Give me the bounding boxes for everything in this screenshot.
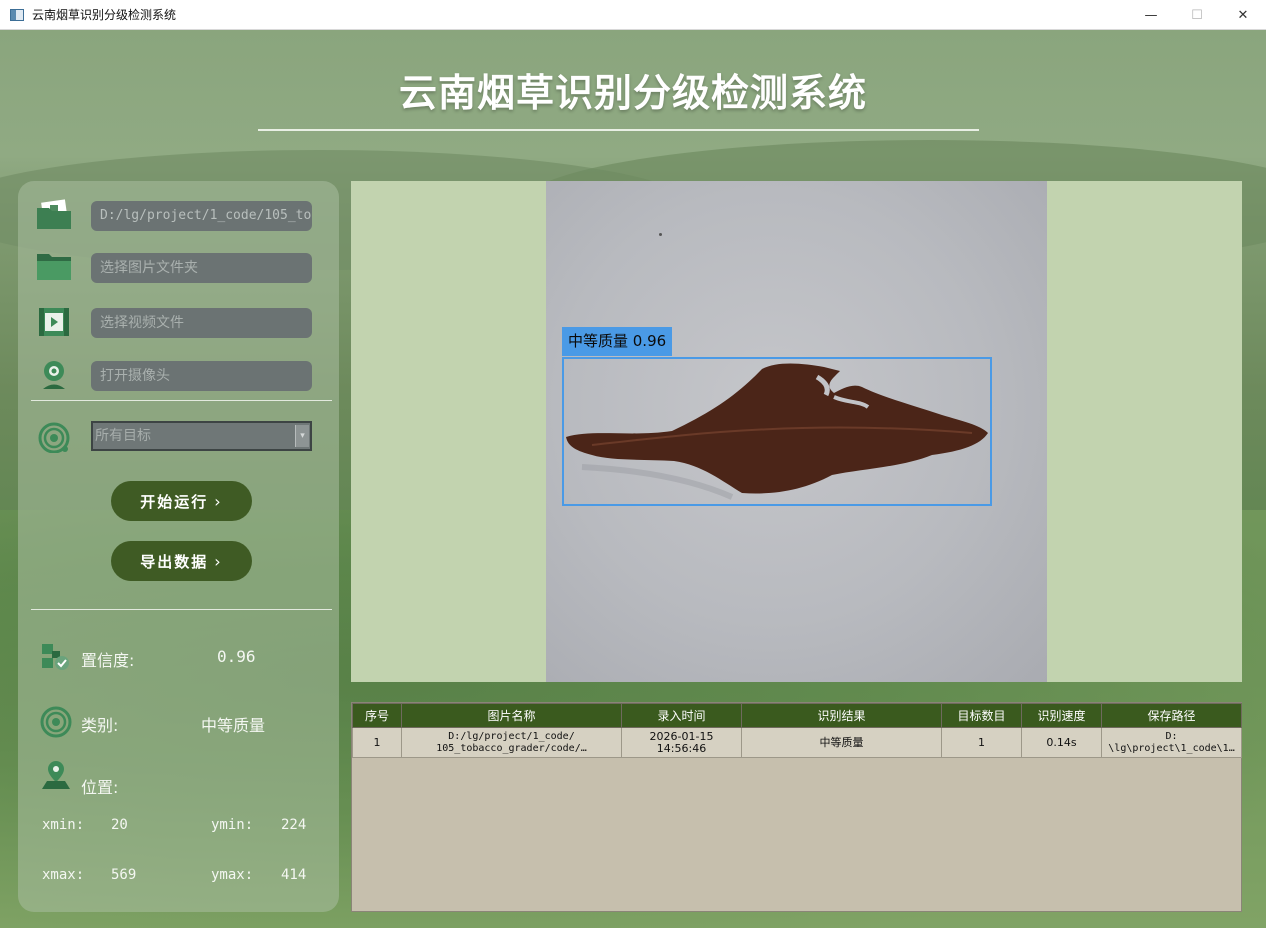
- control-panel: D:/lg/project/1_code/105_tobacco_grader/…: [18, 181, 339, 912]
- maximize-button[interactable]: ☐: [1174, 0, 1220, 30]
- position-label: 位置:: [81, 778, 119, 797]
- folder-row: 选择图片文件夹: [18, 251, 339, 285]
- photo-speck: [659, 233, 662, 236]
- ymax-value: 414: [281, 867, 307, 883]
- camera-button[interactable]: 打开摄像头: [91, 361, 312, 391]
- tobacco-photo: 中等质量 0.96: [546, 181, 1047, 682]
- start-run-label: 开始运行: [140, 492, 209, 511]
- start-run-button[interactable]: 开始运行 ›: [111, 481, 252, 521]
- export-data-button[interactable]: 导出数据 ›: [111, 541, 252, 581]
- confidence-value: 0.96: [217, 647, 256, 666]
- results-table: 序号 图片名称 录入时间 识别结果 目标数目 识别速度 保存路径 1 D:/lg…: [351, 702, 1242, 912]
- xmin-label: xmin:: [42, 817, 85, 833]
- image-display: 中等质量 0.96: [351, 181, 1242, 682]
- class-value: 中等质量: [201, 716, 266, 735]
- column-header-index[interactable]: 序号: [352, 703, 402, 728]
- cell-name-line: 105_tobacco_grader/code/…: [436, 742, 587, 754]
- cell-name: D:/lg/project/1_code/ 105_tobacco_grader…: [401, 727, 622, 758]
- image-file-button[interactable]: D:/lg/project/1_code/105_tobacco_grader/…: [91, 201, 312, 231]
- cell-clock: 14:56:46: [656, 741, 707, 755]
- cell-save-path: D: \lg\project\1_code\1…: [1101, 727, 1242, 758]
- column-header-speed[interactable]: 识别速度: [1021, 703, 1102, 728]
- cell-date: 2026-01-15: [649, 729, 714, 743]
- detection-bounding-box: [562, 357, 992, 506]
- cell-path-line: D:: [1165, 730, 1178, 742]
- chevron-right-icon: ›: [214, 491, 223, 511]
- column-header-result[interactable]: 识别结果: [741, 703, 942, 728]
- export-data-label: 导出数据: [140, 552, 209, 571]
- window-titlebar: 云南烟草识别分级检测系统 — ☐ ✕: [0, 0, 1266, 30]
- table-header-row: 序号 图片名称 录入时间 识别结果 目标数目 识别速度 保存路径: [352, 703, 1242, 728]
- window-controls: — ☐ ✕: [1128, 0, 1266, 30]
- title-underline: [258, 129, 979, 131]
- xmax-label: xmax:: [42, 867, 85, 883]
- cell-name-line: D:/lg/project/1_code/: [448, 730, 575, 742]
- cell-speed: 0.14s: [1021, 727, 1102, 758]
- column-header-time[interactable]: 录入时间: [621, 703, 742, 728]
- image-file-row: D:/lg/project/1_code/105_tobacco_grader/…: [18, 199, 339, 233]
- section-divider: [31, 609, 332, 610]
- chevron-down-icon[interactable]: ▾: [295, 425, 309, 447]
- xmin-value: 20: [111, 817, 128, 833]
- cell-path-line: \lg\project\1_code\1…: [1108, 742, 1235, 754]
- confidence-label: 置信度:: [81, 651, 135, 670]
- target-row: 所有目标 ▾: [18, 421, 339, 455]
- ymin-label: ymin:: [211, 817, 254, 833]
- folder-icon: [37, 254, 71, 280]
- target-select[interactable]: 所有目标 ▾: [91, 421, 312, 451]
- close-button[interactable]: ✕: [1220, 0, 1266, 30]
- page-title: 云南烟草识别分级检测系统: [398, 71, 867, 115]
- cell-count: 1: [941, 727, 1022, 758]
- image-file-icon: [37, 199, 71, 229]
- target-select-value: 所有目标: [95, 428, 151, 444]
- results-grid: 序号 图片名称 录入时间 识别结果 目标数目 识别速度 保存路径 1 D:/lg…: [352, 703, 1242, 758]
- camera-icon: [43, 361, 65, 389]
- cell-result: 中等质量: [741, 727, 942, 758]
- detection-label: 中等质量 0.96: [562, 327, 673, 356]
- confidence-icon: [42, 644, 69, 670]
- chevron-right-icon: ›: [214, 551, 223, 571]
- window-title: 云南烟草识别分级检测系统: [32, 8, 177, 22]
- class-icon: [40, 706, 72, 738]
- ymin-value: 224: [281, 817, 307, 833]
- cell-index: 1: [352, 727, 402, 758]
- cell-time: 2026-01-15 14:56:46: [621, 727, 742, 758]
- target-icon: [38, 422, 70, 453]
- video-file-icon: [39, 308, 69, 336]
- ymax-label: ymax:: [211, 867, 254, 883]
- column-header-name[interactable]: 图片名称: [401, 703, 622, 728]
- column-header-path[interactable]: 保存路径: [1101, 703, 1242, 728]
- minimize-button[interactable]: —: [1128, 0, 1174, 30]
- app-icon: [10, 8, 24, 21]
- location-pin-icon: [42, 761, 70, 789]
- class-label: 类别:: [81, 716, 119, 735]
- column-header-count[interactable]: 目标数目: [941, 703, 1022, 728]
- table-row[interactable]: 1 D:/lg/project/1_code/ 105_tobacco_grad…: [352, 727, 1242, 758]
- xmax-value: 569: [111, 867, 137, 883]
- video-select-button[interactable]: 选择视频文件: [91, 308, 312, 338]
- folder-select-button[interactable]: 选择图片文件夹: [91, 253, 312, 283]
- video-row: 选择视频文件: [18, 306, 339, 340]
- camera-row: 打开摄像头: [18, 359, 339, 393]
- section-divider: [31, 400, 332, 401]
